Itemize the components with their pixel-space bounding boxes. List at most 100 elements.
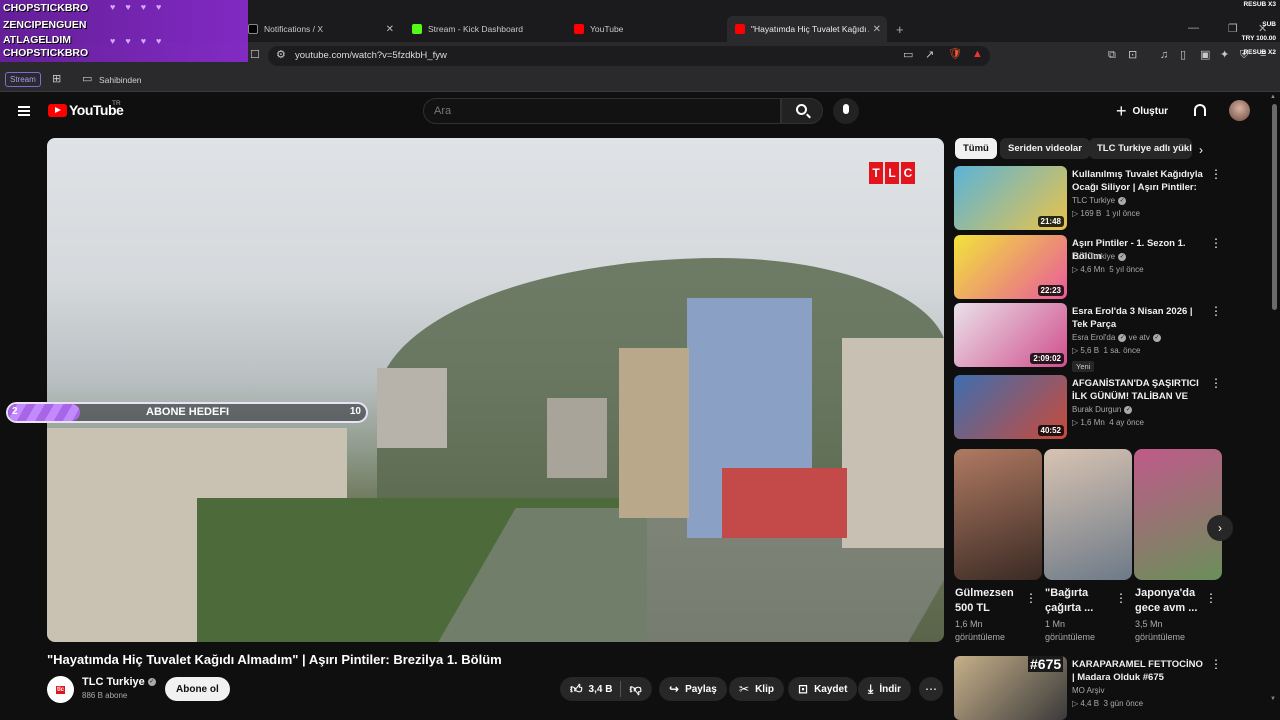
video-thumbnail[interactable]: 2:09:02 — [954, 303, 1067, 367]
recommendation-title[interactable]: Esra Erol'da 3 Nisan 2026 | Tek Parça — [1072, 305, 1207, 331]
scene-building — [547, 398, 607, 478]
channel-avatar[interactable]: tlc — [47, 676, 74, 703]
short-title[interactable]: "Bağırta çağırta ... — [1045, 586, 1117, 616]
upload-age: 4 ay önce — [1109, 418, 1144, 427]
chip-series[interactable]: Seriden videolar — [1000, 138, 1090, 159]
clip-button[interactable]: ✂ Klip — [729, 677, 784, 701]
recommendation-item[interactable]: 2:09:02 Esra Erol'da 3 Nisan 2026 | Tek … — [954, 303, 1226, 372]
like-dislike-group: 👍︎ 3,4 B 👎︎ — [560, 677, 652, 701]
account-avatar[interactable] — [1229, 100, 1250, 121]
short-thumbnail[interactable] — [954, 449, 1042, 580]
site-info-icon[interactable]: ⚙ — [276, 50, 286, 61]
watermark-letter: C — [901, 162, 915, 184]
create-button[interactable]: + Oluştur — [1116, 100, 1168, 122]
plus-icon: + — [1116, 100, 1127, 121]
video-player[interactable]: T L C — [47, 138, 944, 642]
more-actions-icon[interactable]: ⋯ — [919, 677, 943, 701]
share-icon[interactable]: ↗ — [925, 50, 934, 61]
thumbs-up-icon[interactable]: 👍︎ — [570, 682, 583, 697]
minimize-icon[interactable]: — — [1188, 22, 1199, 34]
recommendation-title[interactable]: AFGANİSTAN'DA ŞAŞIRTICI İLK GÜNÜM! TALİB… — [1072, 377, 1207, 403]
notifications-bell-icon[interactable] — [1194, 104, 1206, 116]
ai-icon[interactable]: ✦ — [1220, 50, 1229, 61]
thumbnail-text: #675 — [1028, 656, 1064, 672]
more-options-icon[interactable]: ⋮ — [1025, 591, 1037, 605]
tab-active-video[interactable]: "Hayatımda Hiç Tuvalet Kağıdı A ✕ — [727, 16, 887, 42]
like-count[interactable]: 3,4 B — [589, 684, 613, 695]
recommendation-item[interactable]: #675 KARAPARAMEL FETTOCİNO | Madara Oldu… — [954, 656, 1226, 720]
kick-icon — [412, 24, 422, 34]
brave-shield-icon[interactable]: 🛡 — [948, 49, 962, 60]
url-text[interactable]: youtube.com/watch?v=5fzdkbH_fyw — [295, 50, 447, 61]
more-options-icon[interactable]: ⋮ — [1210, 376, 1222, 390]
more-options-icon[interactable]: ⋮ — [1210, 657, 1222, 671]
youtube-logo-icon[interactable] — [48, 104, 67, 117]
close-tab-icon[interactable]: ✕ — [386, 24, 394, 35]
maximize-icon[interactable]: ❐ — [1228, 22, 1238, 35]
thumbs-down-icon[interactable]: 👎︎ — [629, 682, 641, 697]
more-options-icon[interactable]: ⋮ — [1205, 591, 1217, 605]
save-button[interactable]: ⊡ Kaydet — [788, 677, 858, 701]
subscribe-button[interactable]: Abone ol — [165, 677, 230, 701]
scroll-down-icon[interactable]: ▼ — [1270, 696, 1276, 702]
video-thumbnail[interactable]: 21:48 — [954, 166, 1067, 230]
close-tab-icon[interactable]: ✕ — [873, 24, 881, 35]
short-thumbnail[interactable] — [1044, 449, 1132, 580]
recommendation-channel[interactable]: Burak Durgun ✓ — [1072, 405, 1133, 414]
recommendation-item[interactable]: 22:23 Aşırı Pintiler - 1. Sezon 1. Bölüm… — [954, 235, 1226, 299]
page-scrollbar[interactable] — [1271, 94, 1277, 706]
more-options-icon[interactable]: ⋮ — [1115, 591, 1127, 605]
cast-icon[interactable]: ▭ — [903, 50, 913, 61]
more-options-icon[interactable]: ⋮ — [1210, 236, 1222, 250]
scrollbar-thumb[interactable] — [1272, 104, 1277, 310]
overlay-event-name: ZENCIPENGUEN — [3, 19, 87, 31]
overlay-event-name: ATLAGELDIM — [3, 34, 72, 46]
music-icon[interactable]: ♫ — [1160, 50, 1168, 61]
search-input[interactable] — [424, 99, 764, 123]
recommendation-item[interactable]: 40:52 AFGANİSTAN'DA ŞAŞIRTICI İLK GÜNÜM!… — [954, 375, 1226, 439]
bookmark-stream[interactable]: Stream — [5, 72, 41, 87]
verified-icon: ✓ — [1118, 333, 1127, 342]
search-button[interactable] — [781, 98, 823, 124]
shorts-next-icon[interactable]: › — [1207, 515, 1233, 541]
voice-search-button[interactable] — [833, 98, 859, 124]
channel-name[interactable]: TLC Turkiye ✓ — [82, 676, 156, 688]
sidebar-icon[interactable]: ▯ — [1180, 50, 1186, 61]
short-thumbnail[interactable] — [1134, 449, 1222, 580]
goal-progress-fill — [8, 404, 80, 421]
wallet-icon[interactable]: ▣ — [1200, 50, 1210, 61]
recommendation-channel[interactable]: TLC Turkiye ✓ — [1072, 252, 1127, 261]
bookmark-icon[interactable]: ☐ — [250, 50, 260, 61]
goal-max: 10 — [349, 406, 361, 417]
recommendation-title[interactable]: Kullanılmış Tuvalet Kağıdıyla Ocağı Sili… — [1072, 168, 1207, 194]
recommendation-title[interactable]: KARAPARAMEL FETTOCİNO | Madara Olduk #67… — [1072, 658, 1207, 684]
share-button[interactable]: ↪ Paylaş — [659, 677, 727, 701]
bookmark-folder-sahibinden[interactable]: Sahibinden — [99, 75, 142, 85]
download-button[interactable]: ⤓ İndir — [858, 677, 911, 701]
more-options-icon[interactable]: ⋮ — [1210, 304, 1222, 318]
short-title[interactable]: Gülmezsen 500 TL — [955, 586, 1027, 616]
video-thumbnail[interactable]: #675 — [954, 656, 1067, 720]
scene-building — [722, 468, 847, 538]
screenshot-icon[interactable]: ⊡ — [1128, 50, 1137, 61]
tab-youtube[interactable]: YouTube — [566, 16, 724, 42]
short-title[interactable]: Japonya'da gece avm ... — [1135, 586, 1207, 616]
video-thumbnail[interactable]: 40:52 — [954, 375, 1067, 439]
hamburger-menu-icon[interactable] — [18, 106, 30, 116]
tab-kick-dashboard[interactable]: Stream - Kick Dashboard — [404, 16, 564, 42]
extension-icon[interactable]: ⧉ — [1108, 50, 1116, 61]
scroll-up-icon[interactable]: ▲ — [1270, 94, 1276, 100]
chip-all[interactable]: Tümü — [955, 138, 997, 159]
new-tab-button[interactable]: + — [896, 22, 904, 37]
apps-grid-icon[interactable]: ⊞ — [52, 74, 61, 85]
recommendation-channel[interactable]: MO Arşiv — [1072, 686, 1104, 695]
tab-notifications-x[interactable]: Notifications / X ✕ — [240, 16, 400, 42]
rewards-icon[interactable]: ▲ — [972, 49, 983, 60]
video-thumbnail[interactable]: 22:23 — [954, 235, 1067, 299]
recommendation-channel[interactable]: TLC Turkiye ✓ — [1072, 196, 1127, 205]
recommendation-item[interactable]: 21:48 Kullanılmış Tuvalet Kağıdıyla Ocağ… — [954, 166, 1226, 230]
chip-channel-uploads[interactable]: TLC Turkiye adlı yükle — [1089, 138, 1192, 159]
chevron-right-icon[interactable]: › — [1199, 143, 1203, 157]
more-options-icon[interactable]: ⋮ — [1210, 167, 1222, 181]
recommendation-channel[interactable]: Esra Erol'da ✓ ve atv ✓ — [1072, 333, 1161, 342]
